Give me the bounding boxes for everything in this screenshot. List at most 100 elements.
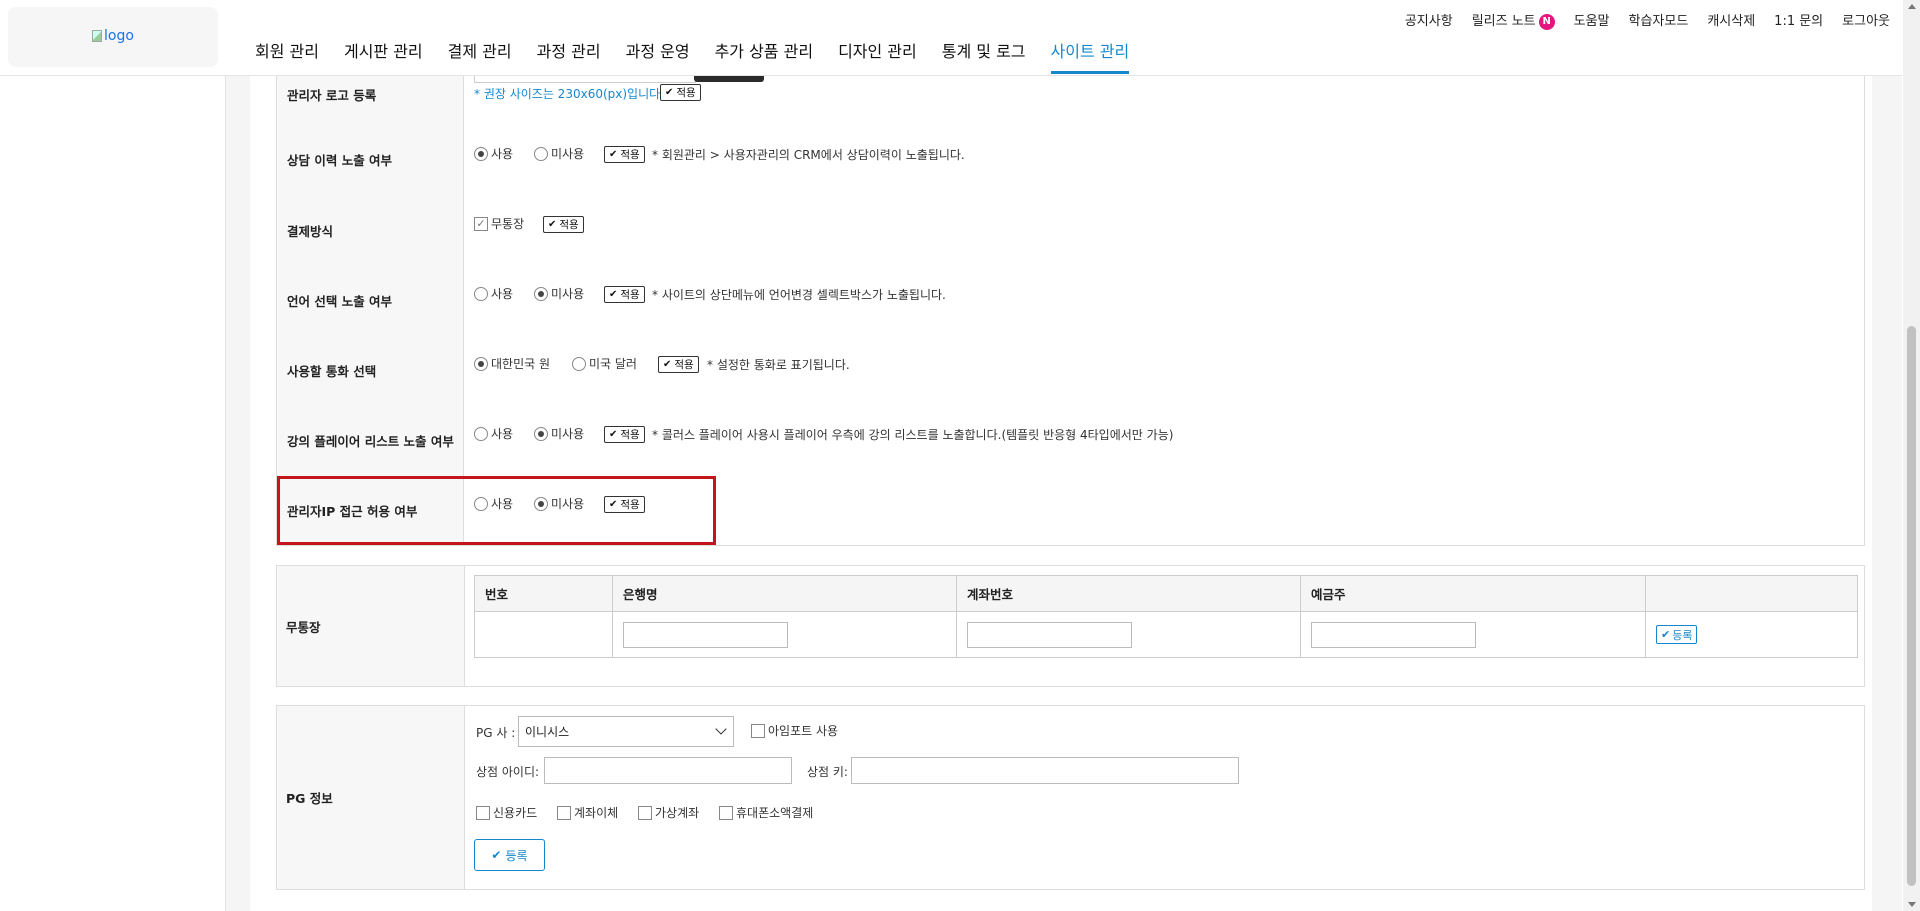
currency-note: * 설정한 통화로 표기됩니다. [707,358,850,372]
row-label-text: 강의 플레이어 리스트 노출 여부 [287,433,454,449]
link-learner-mode[interactable]: 학습자모드 [1629,10,1689,30]
apply-button[interactable]: ✔ 적용 [604,286,645,303]
col-number: 번호 [475,576,613,611]
method-credit-card[interactable]: 신용카드 [476,804,537,821]
col-bank-name: 은행명 [613,576,957,611]
check-icon: ✔ [491,848,502,862]
link-release-notes-label: 릴리즈 노트 [1471,14,1536,29]
merchant-id-input[interactable] [544,757,792,784]
cell-number [475,612,613,657]
nav-site[interactable]: 사이트 관리 [1050,38,1130,74]
cell-account-number [957,612,1301,657]
apply-label: 적용 [620,289,640,301]
radio-consult-off[interactable]: 미사용 [534,145,584,162]
link-help[interactable]: 도움말 [1574,10,1610,30]
row-label-text: 사용할 통화 선택 [287,363,377,379]
method-mobile-payment[interactable]: 휴대폰소액결제 [719,804,813,821]
row-label: 결제방식 [276,195,464,265]
link-logout[interactable]: 로그아웃 [1842,10,1890,30]
check-icon: ✔ [663,359,672,370]
account-holder-input[interactable] [1311,621,1476,648]
row-currency: 사용할 통화 선택 대한민국 원 미국 달러 ✔ 적용 * 설정한 통화로 표기됩… [276,335,1865,406]
radio-consult-on[interactable]: 사용 [474,145,513,162]
logo-alt-text: logo [104,28,134,44]
register-label: 등록 [505,848,528,863]
nav-course[interactable]: 과정 관리 [537,38,601,74]
pg-company-select[interactable]: 이니시스 [518,716,734,747]
nav-design[interactable]: 디자인 관리 [838,38,917,74]
merchant-id-label: 상점 아이디: [476,765,540,779]
register-label: 등록 [1672,628,1693,642]
logo[interactable]: logo [92,28,134,44]
scrollbar-thumb[interactable] [1907,326,1916,886]
apply-button[interactable]: ✔ 적용 [660,84,701,101]
row-label-text: 결제방식 [287,223,334,239]
page-scrollbar[interactable] [1903,0,1920,911]
method-account-transfer[interactable]: 계좌이체 [557,804,618,821]
check-icon: ✔ [1661,628,1671,641]
chevron-down-icon [715,723,727,735]
scroll-down-arrow-icon[interactable] [1908,902,1916,907]
apply-button[interactable]: ✔ 적용 [543,216,584,233]
row-player-list: 강의 플레이어 리스트 노출 여부 사용 미사용 ✔ 적용 * 콜러스 플레이어 … [276,405,1865,476]
section-label: 무통장 [277,566,465,686]
nav-member[interactable]: 회원 관리 [255,38,319,74]
nav-course-operation[interactable]: 과정 운영 [626,38,690,74]
check-icon: ✔ [609,289,618,300]
row-content: ✓ 무통장 ✔ 적용 [464,195,1865,265]
radio-language-off[interactable]: 미사용 [534,285,584,302]
link-clear-cache[interactable]: 캐시삭제 [1707,10,1755,30]
row-content: 대한민국 원 미국 달러 ✔ 적용 * 설정한 통화로 표기됩니다. [464,335,1865,405]
merchant-key-input[interactable] [851,757,1239,784]
pg-info-section: PG 정보 PG 사 : 이니시스 아임포트 사용 상점 아이디: 상점 키: … [276,705,1865,890]
col-account-holder: 예금주 [1301,576,1646,611]
row-content: 사용 미사용 ✔ 적용 * 콜러스 플레이어 사용시 플레이어 우측에 강의 리스… [464,405,1865,475]
row-label-text: 상담 이력 노출 여부 [287,153,393,168]
link-release-notes[interactable]: 릴리즈 노트 N [1472,10,1555,30]
radio-label: 사용 [491,147,514,161]
row-label: 강의 플레이어 리스트 노출 여부 [276,405,464,475]
row-label: 관리자 로고 등록 [276,76,464,124]
bank-name-input[interactable] [623,621,788,648]
cell-bank-name [613,612,957,657]
account-number-input[interactable] [967,621,1132,648]
logo-size-note: * 권장 사이즈는 230x60(px)입니다. [474,87,664,101]
apply-button[interactable]: ✔ 적용 [604,146,645,163]
row-consult-history: 상담 이력 노출 여부 사용 미사용 ✔ 적용 * 회원관리 > 사용자관리의 C… [276,124,1865,196]
scroll-up-arrow-icon[interactable] [1908,4,1916,9]
row-content: 사용 미사용 ✔ 적용 * 회원관리 > 사용자관리의 CRM에서 상담이력이 노… [464,124,1865,195]
apply-button[interactable]: ✔ 적용 [658,356,699,373]
radio-player-list-on[interactable]: 사용 [474,425,513,442]
radio-language-on[interactable]: 사용 [474,285,513,302]
nav-extra-products[interactable]: 추가 상품 관리 [715,38,814,74]
language-note: * 사이트의 상단메뉴에 언어변경 셀렉트박스가 노출됩니다. [652,288,946,302]
radio-currency-krw[interactable]: 대한민국 원 [474,355,550,372]
checkbox-bank-transfer[interactable]: ✓ 무통장 [474,215,524,232]
logo-area[interactable]: logo [8,7,218,67]
radio-label: 사용 [491,287,514,301]
pg-company-value: 이니시스 [525,725,570,739]
check-icon: ✔ [548,219,557,230]
radio-currency-usd[interactable]: 미국 달러 [572,355,637,372]
nav-payment[interactable]: 결제 관리 [448,38,512,74]
radio-icon [474,286,488,301]
radio-player-list-off[interactable]: 미사용 [534,425,584,442]
link-inquiry[interactable]: 1:1 문의 [1774,10,1823,30]
nav-stats[interactable]: 통계 및 로그 [942,38,1026,74]
iamport-checkbox[interactable]: 아임포트 사용 [751,722,838,739]
broken-image-icon [92,30,102,42]
radio-icon [534,426,548,441]
top-header: logo 공지사항 릴리즈 노트 N 도움말 학습자모드 캐시삭제 1:1 문의 … [0,0,1902,76]
link-notice[interactable]: 공지사항 [1405,10,1453,30]
bank-register-button[interactable]: ✔ 등록 [1656,625,1698,644]
utility-links: 공지사항 릴리즈 노트 N 도움말 학습자모드 캐시삭제 1:1 문의 로그아웃 [1386,10,1890,30]
pg-register-button[interactable]: ✔ 등록 [474,839,545,871]
radio-label: 미사용 [551,287,585,301]
section-label-text: 무통장 [286,619,321,635]
radio-icon [474,426,488,441]
method-virtual-account[interactable]: 가상계좌 [638,804,699,821]
apply-button[interactable]: ✔ 적용 [604,426,645,443]
radio-label: 사용 [491,427,514,441]
nav-board[interactable]: 게시판 관리 [344,38,423,74]
col-action [1646,576,1857,611]
